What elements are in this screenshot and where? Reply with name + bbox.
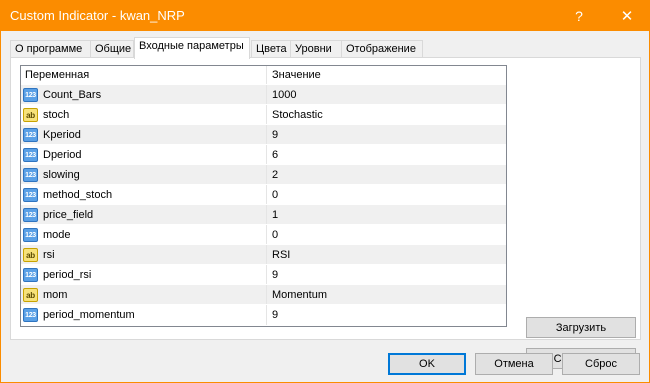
value-cell[interactable]: 2 [268, 165, 506, 185]
variable-name: slowing [43, 169, 80, 181]
value-cell[interactable]: 1 [268, 205, 506, 225]
variable-name: mode [43, 229, 71, 241]
window-title: Custom Indicator - kwan_NRP [10, 8, 185, 23]
string-type-icon: ab [23, 288, 38, 302]
value-cell[interactable]: 9 [268, 125, 506, 145]
tab-inputs[interactable]: Входные параметры [134, 37, 250, 59]
value-cell[interactable]: 9 [268, 265, 506, 285]
value-cell[interactable]: 6 [268, 145, 506, 165]
variable-cell: 123 slowing [21, 165, 267, 185]
tab-levels[interactable]: Уровни [290, 40, 342, 58]
value-cell[interactable]: Stochastic [268, 105, 506, 125]
number-type-icon: 123 [23, 88, 38, 102]
variable-cell: 123 Dperiod [21, 145, 267, 165]
value-cell[interactable]: 9 [268, 305, 506, 325]
value-cell[interactable]: 1000 [268, 85, 506, 105]
variable-name: method_stoch [43, 189, 113, 201]
variable-cell: ab rsi [21, 245, 267, 265]
parameters-table[interactable]: Переменная Значение 123 Count_Bars 1000 ab s… [20, 65, 507, 327]
table-header: Переменная Значение [21, 66, 506, 84]
number-type-icon: 123 [23, 148, 38, 162]
variable-name: period_rsi [43, 269, 92, 281]
column-header-variable[interactable]: Переменная [21, 66, 267, 84]
number-type-icon: 123 [23, 268, 38, 282]
table-row[interactable]: 123 period_rsi 9 [21, 264, 506, 285]
tab-display[interactable]: Отображение [341, 40, 423, 58]
string-type-icon: ab [23, 108, 38, 122]
table-row[interactable]: 123 slowing 2 [21, 164, 506, 185]
ok-button[interactable]: OK [388, 353, 466, 375]
help-icon: ? [575, 7, 583, 24]
variable-cell: ab mom [21, 285, 267, 305]
table-row[interactable]: 123 Kperiod 9 [21, 124, 506, 145]
table-row[interactable]: ab mom Momentum [21, 284, 506, 305]
title-bar: Custom Indicator - kwan_NRP ? ✕ [0, 0, 650, 31]
variable-cell: 123 method_stoch [21, 185, 267, 205]
table-row[interactable]: ab rsi RSI [21, 244, 506, 265]
help-button[interactable]: ? [556, 0, 602, 31]
table-row[interactable]: 123 Dperiod 6 [21, 144, 506, 165]
number-type-icon: 123 [23, 208, 38, 222]
variable-name: period_momentum [43, 309, 135, 321]
variable-name: mom [43, 289, 68, 301]
number-type-icon: 123 [23, 128, 38, 142]
number-type-icon: 123 [23, 168, 38, 182]
dialog-body: О программе Общие Входные параметры Цвет… [0, 31, 650, 383]
tab-colors[interactable]: Цвета [251, 40, 291, 58]
variable-name: Dperiod [43, 149, 82, 161]
variable-name: rsi [43, 249, 55, 261]
load-button[interactable]: Загрузить [526, 317, 636, 338]
value-cell[interactable]: Momentum [268, 285, 506, 305]
variable-cell: ab stoch [21, 105, 267, 125]
variable-name: price_field [43, 209, 94, 221]
variable-cell: 123 mode [21, 225, 267, 245]
value-cell[interactable]: RSI [268, 245, 506, 265]
tab-general[interactable]: Общие [90, 40, 134, 58]
table-row[interactable]: 123 Count_Bars 1000 [21, 84, 506, 105]
number-type-icon: 123 [23, 188, 38, 202]
table-row[interactable]: 123 mode 0 [21, 224, 506, 245]
variable-name: Kperiod [43, 129, 81, 141]
table-row[interactable]: 123 method_stoch 0 [21, 184, 506, 205]
close-icon: ✕ [620, 7, 634, 25]
variable-cell: 123 period_momentum [21, 305, 267, 325]
number-type-icon: 123 [23, 228, 38, 242]
cancel-button[interactable]: Отмена [475, 353, 553, 375]
table-row[interactable]: ab stoch Stochastic [21, 104, 506, 125]
table-row[interactable]: 123 price_field 1 [21, 204, 506, 225]
value-cell[interactable]: 0 [268, 185, 506, 205]
string-type-icon: ab [23, 248, 38, 262]
tab-panel: Переменная Значение 123 Count_Bars 1000 ab s… [10, 57, 641, 369]
variable-cell: 123 Count_Bars [21, 85, 267, 105]
variable-name: Count_Bars [43, 89, 102, 101]
column-header-value[interactable]: Значение [268, 66, 506, 84]
close-button[interactable]: ✕ [604, 0, 650, 31]
tab-about[interactable]: О программе [10, 40, 91, 58]
variable-cell: 123 period_rsi [21, 265, 267, 285]
variable-cell: 123 price_field [21, 205, 267, 225]
number-type-icon: 123 [23, 308, 38, 322]
variable-name: stoch [43, 109, 70, 121]
variable-cell: 123 Kperiod [21, 125, 267, 145]
table-row[interactable]: 123 period_momentum 9 [21, 304, 506, 325]
value-cell[interactable]: 0 [268, 225, 506, 245]
reset-button[interactable]: Сброс [562, 353, 640, 375]
